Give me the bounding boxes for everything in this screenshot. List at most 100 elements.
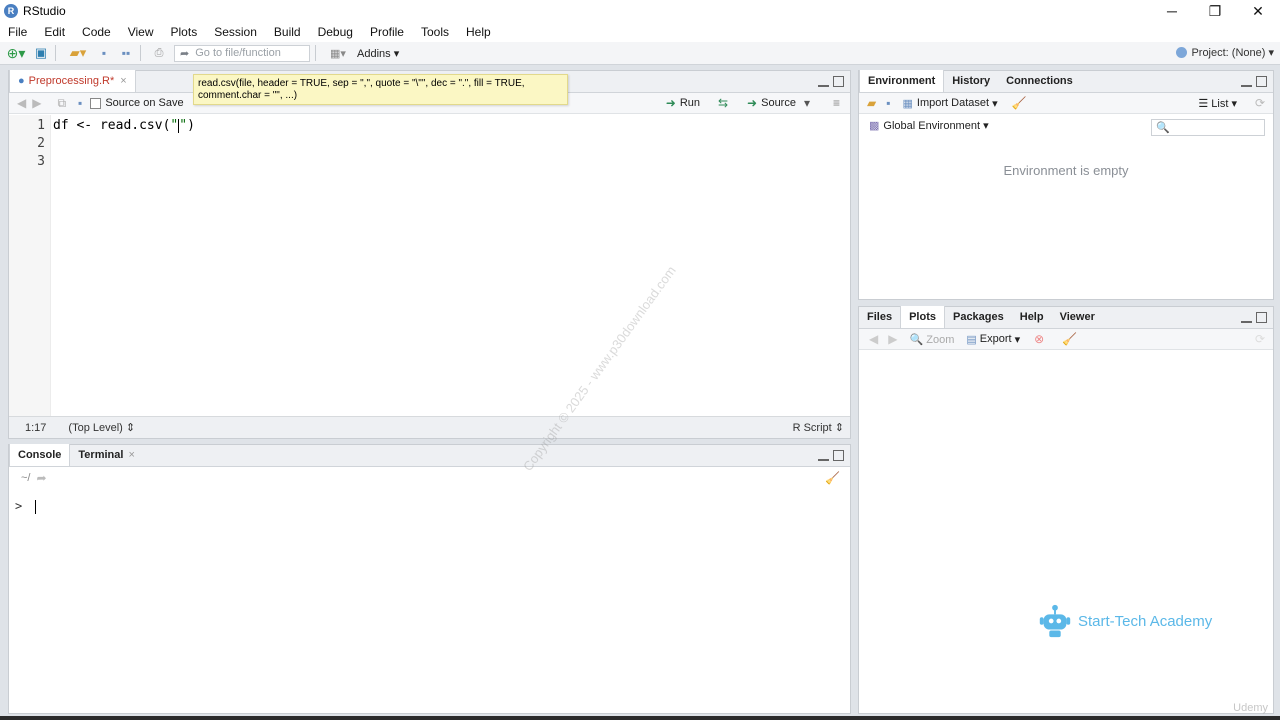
restore-button[interactable]: ❐ [1193,0,1237,22]
maximize-pane-icon[interactable] [833,450,844,461]
window-title: RStudio [23,4,66,18]
code-editor[interactable]: 1 2 3 df <- read.csv("") [9,115,850,416]
menu-file[interactable]: File [8,25,27,39]
close-tab-icon[interactable]: × [128,449,134,461]
close-tab-icon[interactable]: × [120,75,126,87]
menu-help[interactable]: Help [466,25,491,39]
menu-edit[interactable]: Edit [44,25,65,39]
next-plot-icon[interactable]: ▶ [888,332,897,346]
refresh-icon[interactable]: ⟳ [1255,332,1265,346]
back-arrow-icon[interactable]: ◀ [17,96,26,110]
save-all-icon[interactable]: ▪▪ [117,44,135,62]
console-tab-bar: Console Terminal × [9,444,850,467]
string-quote: " [179,118,188,133]
tab-packages[interactable]: Packages [945,306,1012,328]
document-outline-icon[interactable]: ≡ [833,96,840,110]
tab-connections[interactable]: Connections [998,70,1081,92]
tab-terminal[interactable]: Terminal × [70,444,142,466]
tab-history[interactable]: History [944,70,998,92]
console-input[interactable]: > [15,499,37,514]
toolbar-divider [55,45,56,61]
show-in-window-icon[interactable]: ⧉ [57,96,66,111]
run-arrow-icon: ➜ [665,96,676,110]
goto-arrow-icon: ➦ [180,47,190,60]
goto-placeholder: Go to file/function [195,47,281,59]
import-dataset-button[interactable]: ▦ Import Dataset ▾ [903,97,998,110]
menu-code[interactable]: Code [82,25,111,39]
code-text: ) [187,118,195,133]
previous-plot-icon[interactable]: ◀ [869,332,878,346]
tab-files-label: Files [867,311,893,323]
zoom-button[interactable]: 🔍 Zoom [909,333,954,346]
filetype-selector[interactable]: R Script ⇕ [793,421,844,434]
code-line-1[interactable]: df <- read.csv("") [53,118,195,133]
tab-help[interactable]: Help [1012,306,1052,328]
tab-plots[interactable]: Plots [900,306,945,328]
tab-preprocessing[interactable]: ● Preprocessing.R* × [9,70,136,92]
filetype-label: R Script [792,422,832,434]
menu-profile[interactable]: Profile [370,25,404,39]
list-view-selector[interactable]: ☰ List ▾ [1198,97,1237,110]
udemy-watermark: Udemy [1233,702,1268,714]
run-button[interactable]: ➜ Run [666,96,700,110]
export-button[interactable]: ▤ Export ▾ [966,333,1020,346]
menu-tools[interactable]: Tools [421,25,449,39]
tab-environment-label: Environment [868,75,936,87]
save-workspace-icon[interactable]: ▪ [886,96,890,110]
broom-icon[interactable]: 🧹 [1012,96,1027,110]
tab-console[interactable]: Console [9,444,71,466]
goto-dir-icon[interactable]: ➦ [36,471,46,485]
scope-selector[interactable]: (Top Level) ⇕ [68,421,135,434]
environment-search-input[interactable]: 🔍 [1151,119,1265,136]
menu-plots[interactable]: Plots [171,25,198,39]
load-workspace-icon[interactable]: ▰ [867,96,876,110]
checkbox-box[interactable] [90,97,102,109]
menu-debug[interactable]: Debug [318,25,353,39]
files-tab-bar: Files Plots Packages Help Viewer [859,306,1273,329]
new-project-icon[interactable]: ▣ [32,44,50,62]
pane-window-controls [818,76,844,87]
open-file-icon[interactable]: ▰▾ [65,44,91,62]
editor-statusbar: 1:17 (Top Level) ⇕ R Script ⇕ [9,416,850,438]
new-file-icon[interactable]: ⊕▾ [4,44,28,62]
minimize-pane-icon[interactable] [1241,76,1252,87]
project-menu[interactable]: Project: (None) ▾ [1176,46,1274,59]
menu-session[interactable]: Session [214,25,257,39]
save-icon[interactable]: ▪ [95,44,113,62]
rerun-icon[interactable]: ⇆ [718,96,728,110]
tab-files[interactable]: Files [859,306,900,328]
close-button[interactable]: ✕ [1236,0,1280,22]
global-environment-selector[interactable]: ▩ Global Environment ▾ [869,119,989,133]
forward-arrow-icon[interactable]: ▶ [32,96,41,110]
clear-plots-icon[interactable]: 🧹 [1062,332,1077,346]
menu-build[interactable]: Build [274,25,301,39]
minimize-pane-icon[interactable] [1241,312,1252,323]
refresh-icon[interactable]: ⟳ [1255,96,1265,110]
goto-file-input[interactable]: ➦ Go to file/function [174,44,310,62]
menu-view[interactable]: View [128,25,154,39]
tab-viewer[interactable]: Viewer [1052,306,1103,328]
minimize-pane-icon[interactable] [818,76,829,87]
minimize-button[interactable]: ─ [1150,0,1194,22]
maximize-pane-icon[interactable] [833,76,844,87]
chevron-down-icon[interactable]: ▾ [804,96,810,110]
minimize-pane-icon[interactable] [818,450,829,461]
grid-layout-icon[interactable]: ▦▾ [325,44,351,62]
clear-console-icon[interactable]: 🧹 [825,471,840,485]
source-button[interactable]: ➜ Source ▾ [747,96,810,110]
maximize-pane-icon[interactable] [1256,76,1267,87]
string-quote: " [170,118,179,133]
addins-menu[interactable]: Addins ▾ [357,47,399,60]
console-prompt-symbol: > [15,499,23,513]
tab-console-label: Console [18,449,62,461]
import-dataset-label: Import Dataset [916,97,990,109]
print-icon[interactable]: ⎙ [150,44,168,62]
source-on-save-checkbox[interactable]: Source on Save [90,97,184,109]
editor-save-icon[interactable]: ▪ [78,96,82,110]
maximize-pane-icon[interactable] [1256,312,1267,323]
logo-text: Start-Tech Academy [1078,612,1213,630]
remove-plot-icon[interactable]: ⊗ [1034,332,1044,346]
tab-environment[interactable]: Environment [859,70,945,92]
console-pane: Console Terminal × ~/ ➦ 🧹 > [8,444,851,714]
files-plots-pane: Files Plots Packages Help Viewer ◀ ▶ 🔍 Z… [858,306,1274,714]
